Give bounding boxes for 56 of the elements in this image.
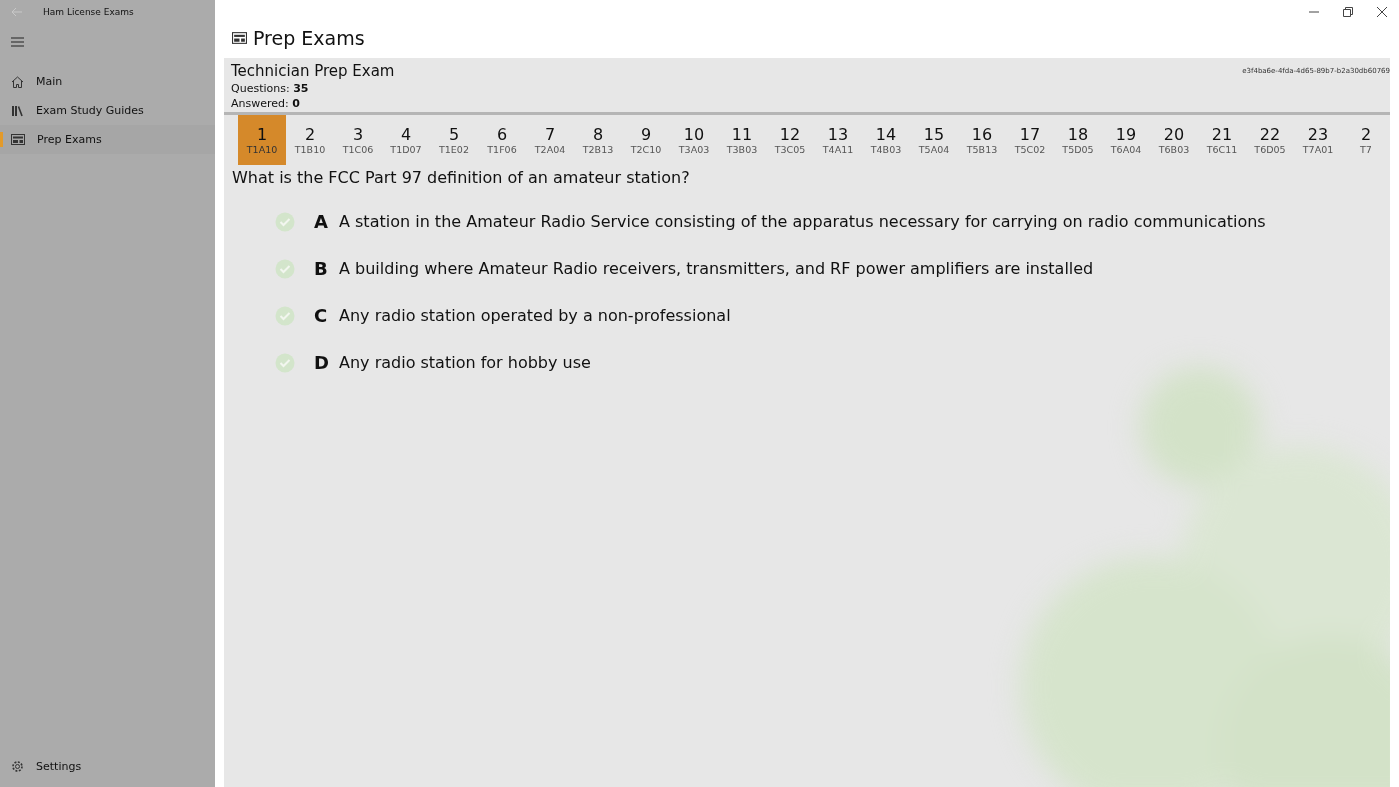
answer-text[interactable]: A station in the Amateur Radio Service consisting of the apparatus necessary for carrying on radio communications (339, 212, 1266, 231)
question-tab[interactable]: 2 T1B10 (286, 115, 334, 165)
check-icon[interactable] (275, 305, 295, 326)
question-tab[interactable]: 1 T1A10 (238, 115, 286, 165)
answer-letter: B (314, 258, 329, 279)
answer-letter: D (314, 352, 330, 373)
question-tab[interactable]: 17 T5C02 (1006, 115, 1054, 165)
app-title: Ham License Exams (43, 7, 134, 17)
question-tab[interactable]: 3 T1C06 (334, 115, 382, 165)
question-tab[interactable]: 11 T3B03 (718, 115, 766, 165)
check-icon[interactable] (275, 352, 295, 373)
page-title: Prep Exams (253, 27, 365, 49)
exam-icon (232, 32, 247, 44)
books-icon (11, 104, 24, 117)
selection-indicator (0, 132, 3, 147)
check-icon[interactable] (275, 258, 295, 279)
settings-item[interactable]: Settings (0, 752, 215, 781)
question-tab[interactable]: 22 T6D05 (1246, 115, 1294, 165)
settings-icon (11, 760, 24, 773)
question-tab[interactable]: 6 T1F06 (478, 115, 526, 165)
question-tab[interactable]: 5 T1E02 (430, 115, 478, 165)
question-tab[interactable]: 13 T4A11 (814, 115, 862, 165)
answer-letter: A (314, 211, 329, 232)
question-tab[interactable]: 19 T6A04 (1102, 115, 1150, 165)
question-tab[interactable]: 12 T3C05 (766, 115, 814, 165)
question-tab[interactable]: 18 T5D05 (1054, 115, 1102, 165)
question-tab[interactable]: 21 T6C11 (1198, 115, 1246, 165)
menu-icon[interactable] (11, 37, 24, 47)
question-tab[interactable]: 20 T6B03 (1150, 115, 1198, 165)
answer-text[interactable]: Any radio station for hobby use (339, 353, 591, 372)
question-tab[interactable]: 23 T7A01 (1294, 115, 1342, 165)
answer-text[interactable]: Any radio station operated by a non-professional (339, 306, 731, 325)
back-arrow-icon[interactable] (11, 7, 23, 17)
question-tab[interactable]: 8 T2B13 (574, 115, 622, 165)
home-icon (11, 75, 24, 88)
nav-item[interactable]: Main (0, 67, 215, 96)
question-tab[interactable]: 16 T5B13 (958, 115, 1006, 165)
exam-title: Technician Prep Exam (231, 62, 395, 80)
close-icon[interactable] (1377, 7, 1387, 17)
question-tab[interactable]: 10 T3A03 (670, 115, 718, 165)
question-tab[interactable]: 7 T2A04 (526, 115, 574, 165)
question-tab[interactable]: 14 T4B03 (862, 115, 910, 165)
question-tab[interactable]: 4 T1D07 (382, 115, 430, 165)
question-tab[interactable]: 2 T7 (1342, 115, 1390, 165)
nav-item[interactable]: Exam Study Guides (0, 96, 215, 125)
answer-letter: C (314, 305, 329, 326)
check-icon[interactable] (275, 211, 295, 232)
restore-icon[interactable] (1343, 7, 1353, 17)
questions-count: Questions: 35 (231, 82, 310, 95)
exam-icon (11, 134, 25, 145)
answered-count: Answered: 0 (231, 97, 301, 110)
question-tab[interactable]: 15 T5A04 (910, 115, 958, 165)
answer-text[interactable]: A building where Amateur Radio receivers, transmitters, and RF power amplifiers are installed (339, 259, 1094, 278)
nav-item[interactable]: Prep Exams (0, 125, 215, 154)
question-tab[interactable]: 9 T2C10 (622, 115, 670, 165)
question-text: What is the FCC Part 97 definition of an amateur station? (231, 167, 691, 187)
